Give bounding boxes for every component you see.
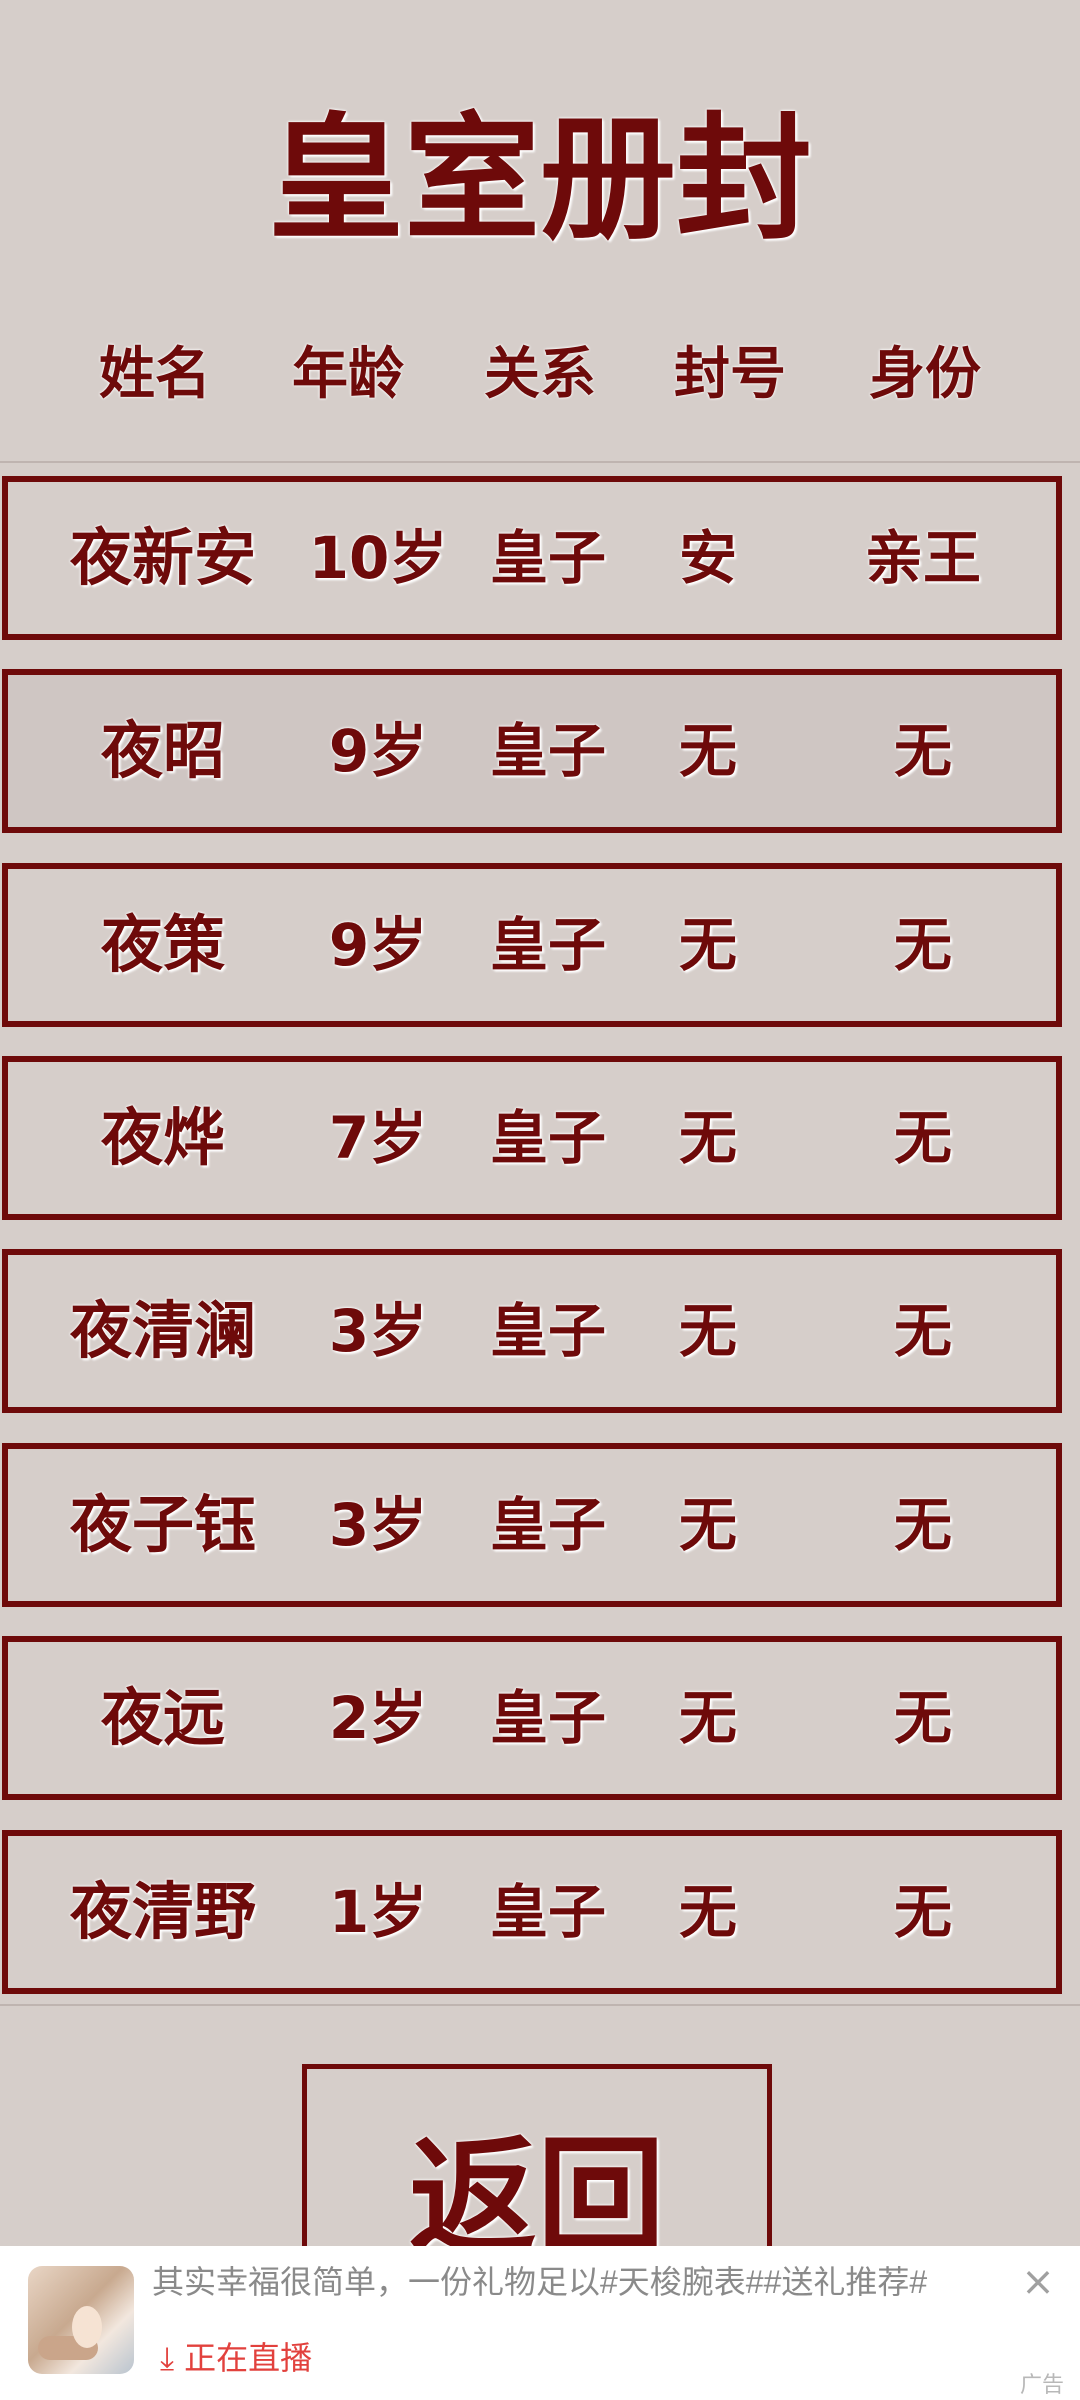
column-header-title: 封号 [674,342,786,407]
member-row[interactable]: 夜远 2岁 皇子 无 无 [2,1636,1062,1800]
ad-corner-label: 广告 [1019,2372,1064,2397]
member-status: 亲王 [864,524,981,592]
member-row[interactable]: 夜烨 7岁 皇子 无 无 [2,1056,1062,1220]
member-title: 安 [678,524,737,592]
member-row[interactable]: 夜昭 9岁 皇子 无 无 [2,669,1062,833]
member-age: 9岁 [328,911,428,979]
member-relation: 皇子 [489,717,606,785]
member-relation: 皇子 [489,1297,606,1365]
member-title: 无 [678,911,737,979]
member-age: 3岁 [328,1491,428,1559]
member-row[interactable]: 夜新安 10岁 皇子 安 亲王 [2,476,1062,640]
member-name: 夜策 [100,908,225,981]
member-name: 夜远 [100,1681,225,1754]
header-divider [0,461,1080,463]
member-row[interactable]: 夜清野 1岁 皇子 无 无 [2,1830,1062,1994]
member-status: 无 [893,911,952,979]
member-age: 1岁 [328,1878,428,1946]
close-icon[interactable]: × [1018,2262,1058,2302]
member-status: 无 [893,1104,952,1172]
member-name: 夜烨 [100,1101,225,1174]
member-row[interactable]: 夜子钰 3岁 皇子 无 无 [2,1443,1062,1607]
member-status: 无 [893,1684,952,1752]
column-header-status: 身份 [869,342,981,407]
list-divider [0,2004,1080,2006]
member-status: 无 [893,1297,952,1365]
ad-live-link[interactable]: ⤓ 正在直播 [160,2334,312,2382]
member-status: 无 [893,717,952,785]
table-header: 姓名 年龄 关系 封号 身份 [0,340,1080,410]
member-status: 无 [893,1878,952,1946]
member-relation: 皇子 [489,911,606,979]
member-name: 夜子钰 [69,1488,256,1561]
member-age: 2岁 [328,1684,428,1752]
member-age: 7岁 [328,1104,428,1172]
member-name: 夜清野 [69,1875,256,1948]
member-title: 无 [678,1684,737,1752]
member-row[interactable]: 夜策 9岁 皇子 无 无 [2,863,1062,1027]
column-header-name: 姓名 [99,342,211,407]
member-age: 10岁 [308,524,448,592]
member-name: 夜昭 [100,714,225,787]
member-title: 无 [678,1104,737,1172]
member-relation: 皇子 [489,524,606,592]
member-relation: 皇子 [489,1104,606,1172]
download-arrow-icon: ⤓ [160,2340,175,2376]
member-relation: 皇子 [489,1491,606,1559]
member-age: 9岁 [328,717,428,785]
member-title: 无 [678,1491,737,1559]
member-name: 夜清澜 [69,1294,256,1367]
member-status: 无 [893,1491,952,1559]
column-header-relation: 关系 [484,342,596,407]
member-title: 无 [678,1878,737,1946]
member-age: 3岁 [328,1297,428,1365]
ad-banner[interactable]: 其实幸福很简单，一份礼物足以#天梭腕表##送礼推荐# ⤓ 正在直播 × 广告 [0,2246,1080,2400]
member-relation: 皇子 [489,1878,606,1946]
member-row[interactable]: 夜清澜 3岁 皇子 无 无 [2,1249,1062,1413]
column-header-age: 年龄 [292,342,404,407]
member-title: 无 [678,717,737,785]
page-title: 皇室册封 [268,101,812,259]
ad-thumbnail-face [72,2306,102,2348]
ad-thumbnail[interactable] [28,2266,134,2374]
member-title: 无 [678,1297,737,1365]
member-name: 夜新安 [69,521,256,594]
member-relation: 皇子 [489,1684,606,1752]
ad-text[interactable]: 其实幸福很简单，一份礼物足以#天梭腕表##送礼推荐# [152,2252,1012,2312]
ad-live-label: 正在直播 [184,2340,313,2376]
